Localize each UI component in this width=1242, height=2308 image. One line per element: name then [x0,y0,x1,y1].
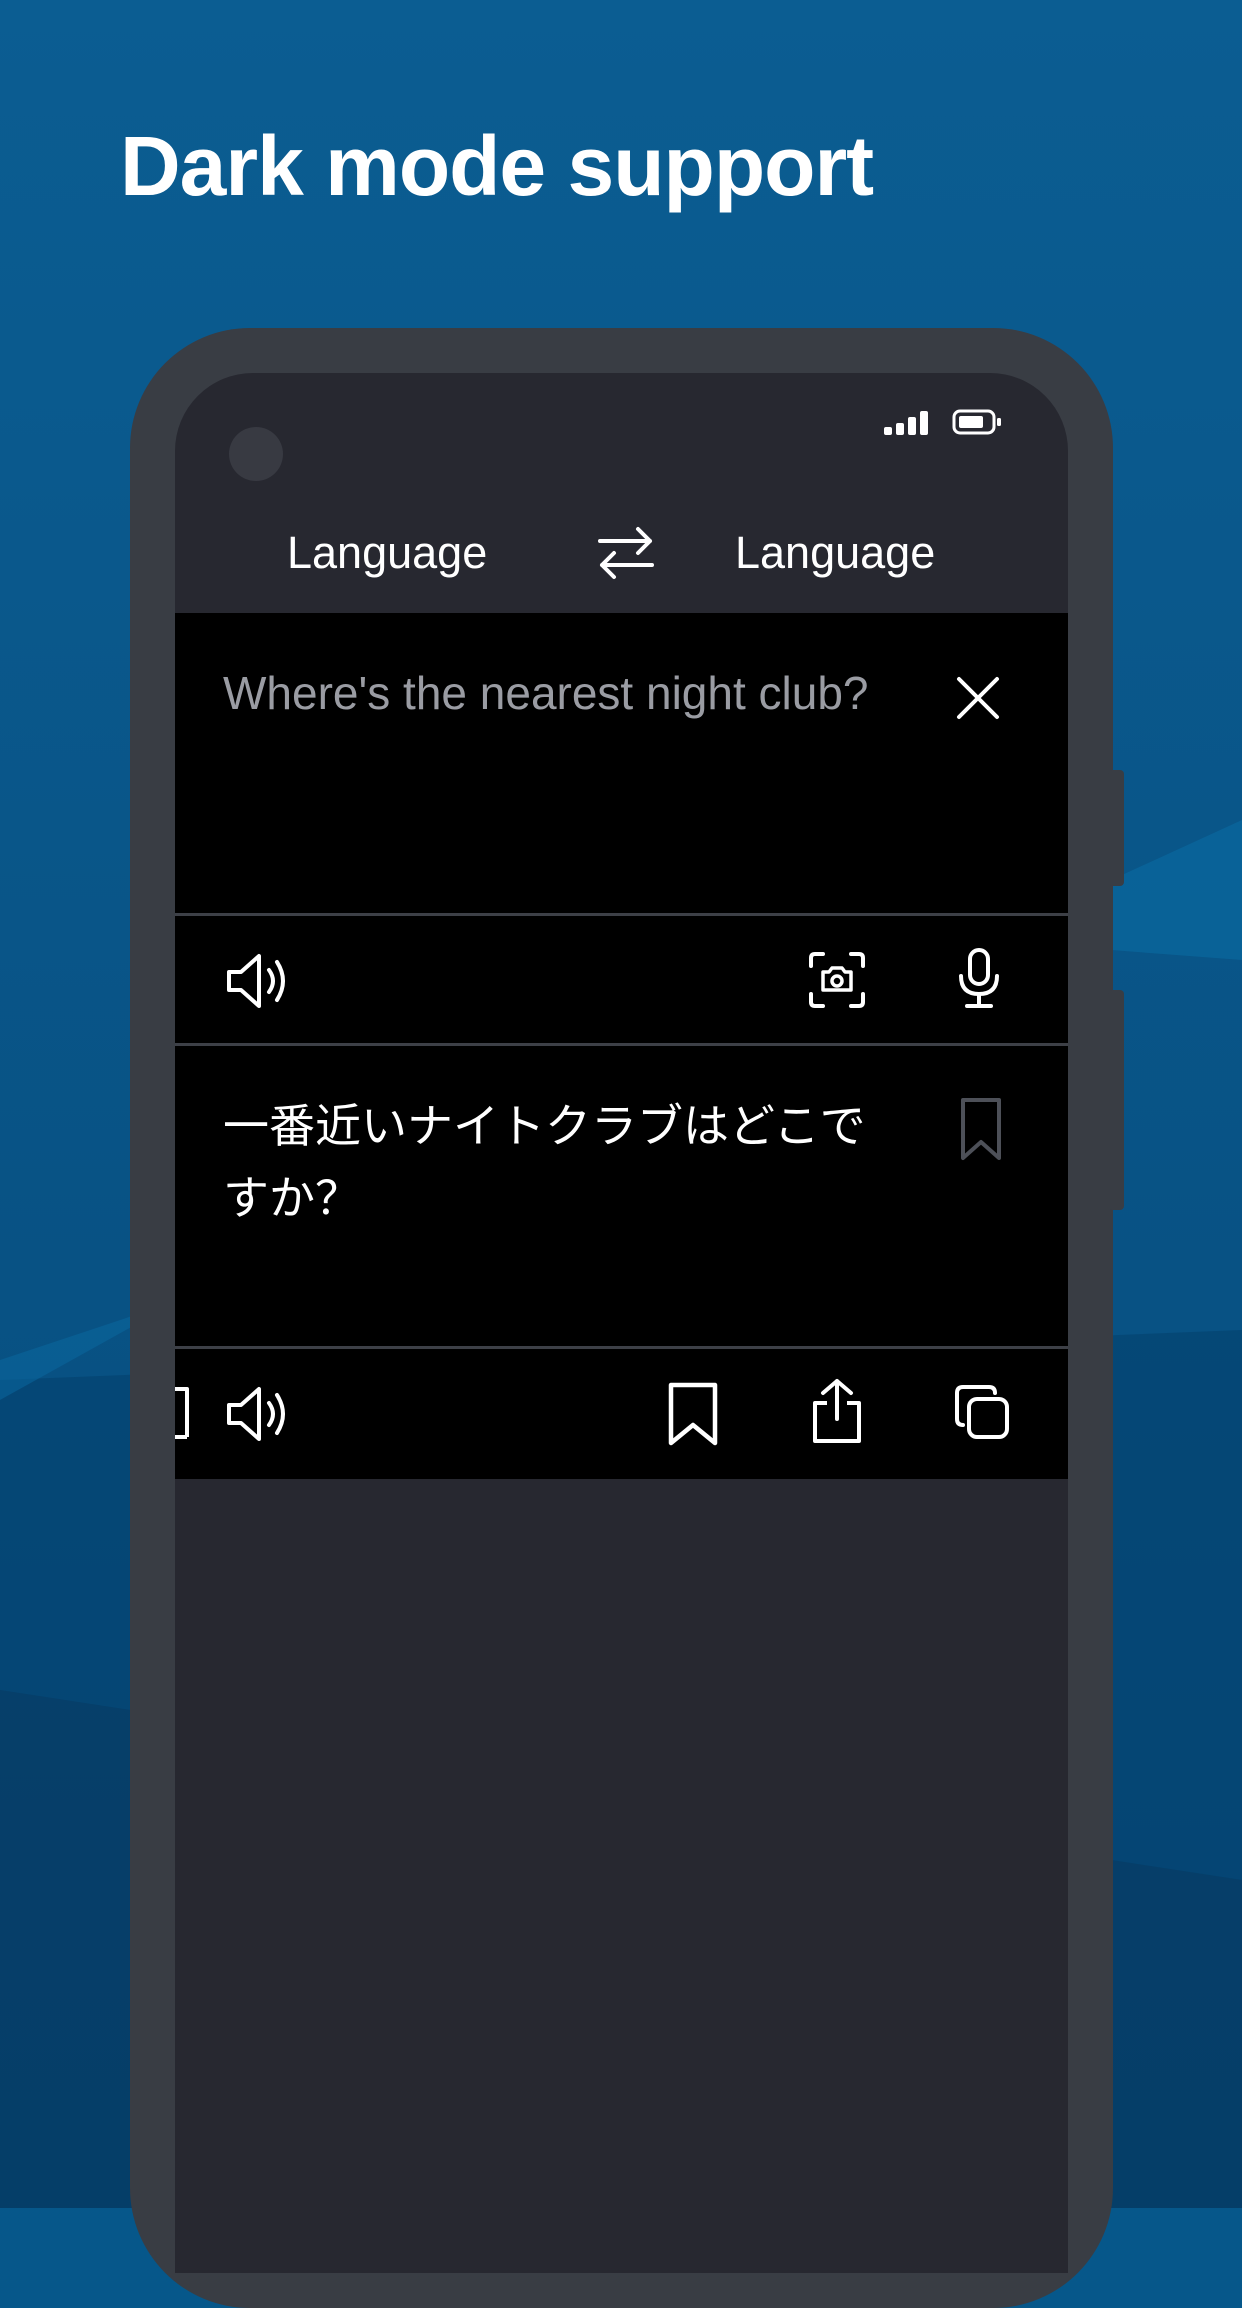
speaker-icon[interactable] [225,1383,291,1445]
phone-side-button [1108,990,1124,1210]
output-toolbar [175,1349,1068,1479]
microphone-icon[interactable] [955,948,1003,1010]
battery-icon [952,409,1001,435]
bookmark-icon-partial[interactable] [175,1385,201,1445]
output-panel: 一番近いナイトクラブはどこですか？ [175,1046,1068,1346]
phone-side-button [1108,770,1124,886]
swap-arrows-icon[interactable] [590,517,662,589]
phone-screen: Language Language Where's the nearest ni… [175,373,1068,2273]
target-language-button[interactable]: Language [735,527,935,579]
headline: Dark mode support [120,119,874,213]
close-icon[interactable] [955,675,1001,721]
input-panel: Where's the nearest night club? [175,613,1068,913]
input-text[interactable]: Where's the nearest night club? [223,657,903,729]
speaker-icon[interactable] [225,950,291,1012]
output-text: 一番近いナイトクラブはどこですか？ [223,1099,866,1225]
share-icon[interactable] [811,1377,863,1445]
bookmark-icon[interactable] [665,1381,721,1447]
signal-icon [884,411,928,435]
empty-content-area [175,1479,1068,2273]
input-toolbar [175,916,1068,1043]
camera-scan-icon[interactable] [807,950,867,1010]
language-bar: Language Language [175,503,1068,613]
source-language-button[interactable]: Language [287,527,487,579]
status-bar [884,409,1002,435]
front-camera [229,427,283,481]
bookmark-icon[interactable] [959,1096,1003,1162]
copy-icon[interactable] [953,1383,1011,1441]
